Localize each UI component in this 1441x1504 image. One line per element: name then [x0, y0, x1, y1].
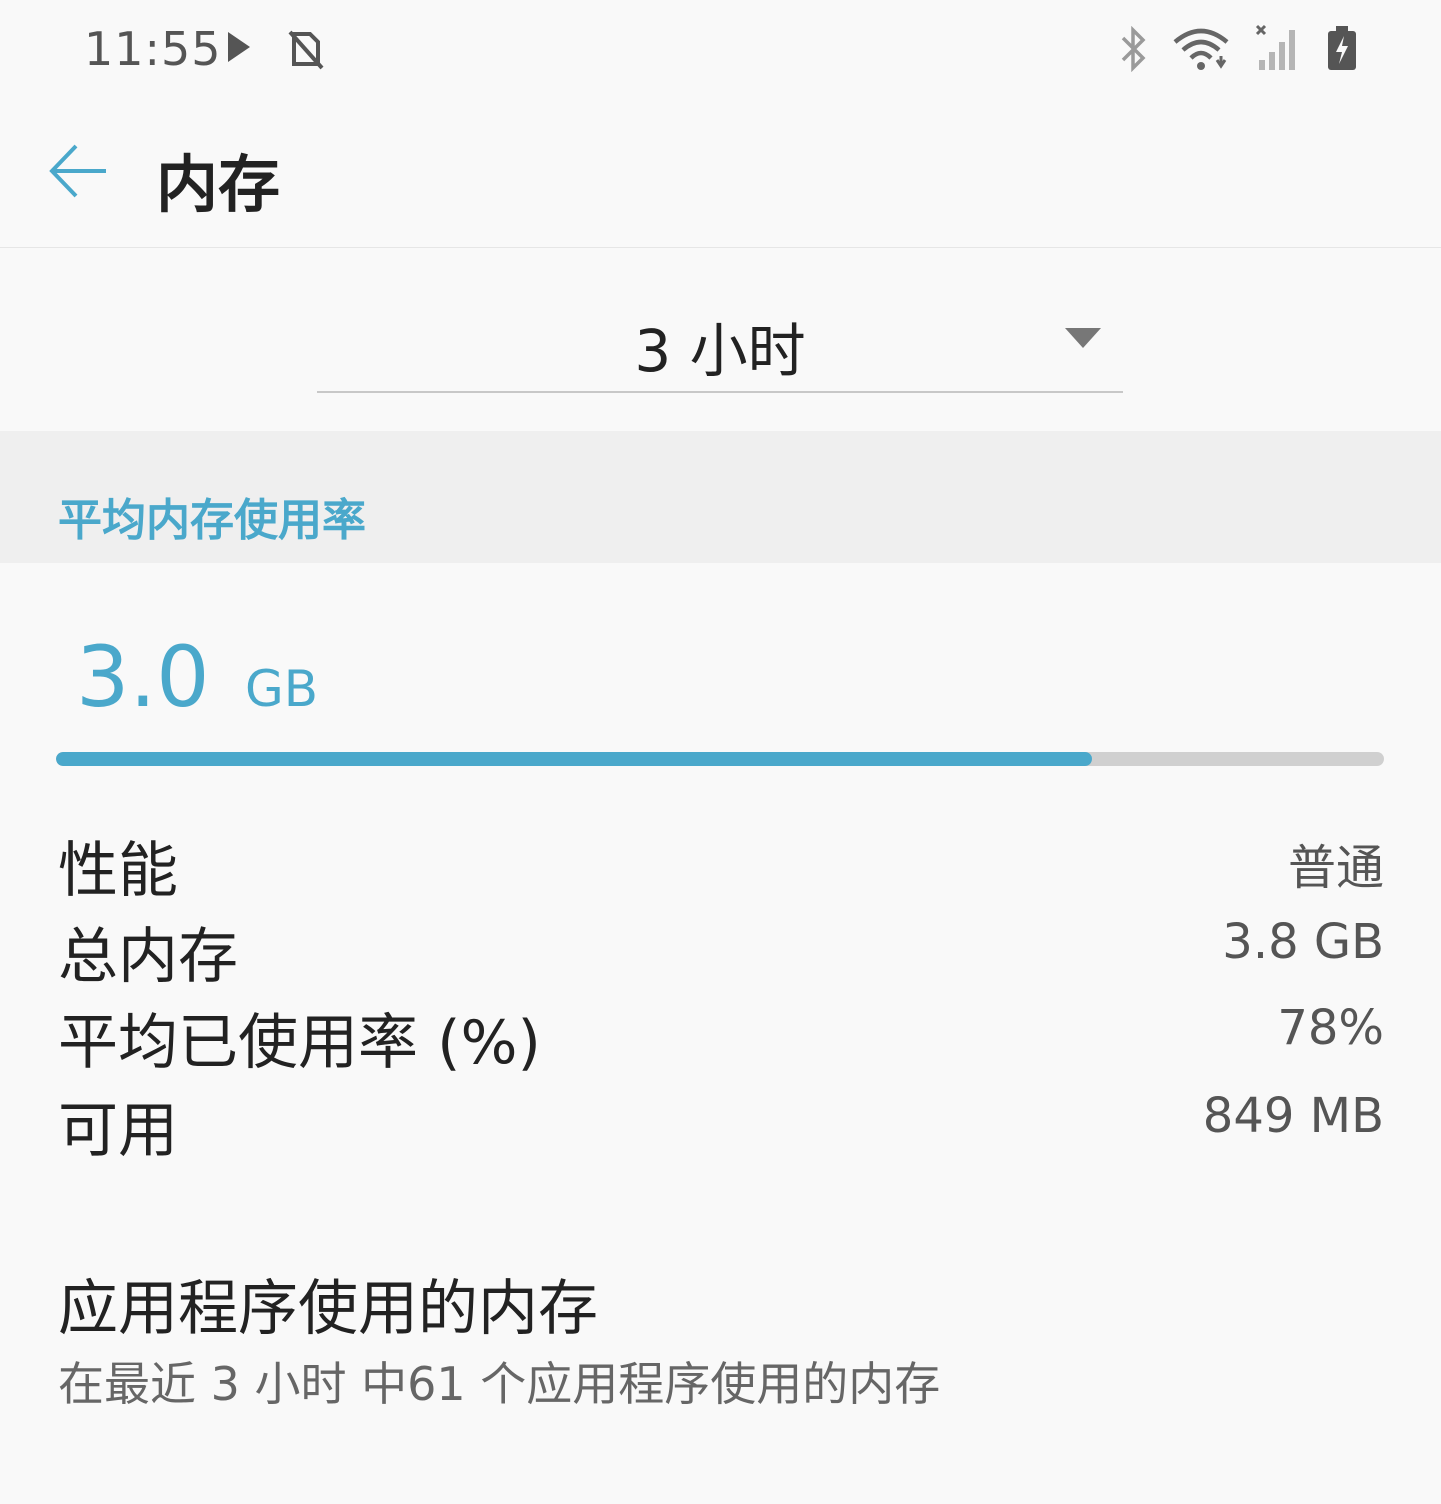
stat-label: 平均已使用率 (%): [58, 1008, 541, 1078]
bluetooth-icon: [1119, 25, 1149, 76]
apps-memory-title[interactable]: 应用程序使用的内存: [58, 1260, 598, 1347]
apps-memory-subtitle: 在最近 3 小时 中61 个应用程序使用的内存: [58, 1357, 941, 1411]
battery-charging-icon: [1325, 24, 1359, 76]
memory-usage-progress-bar: [56, 752, 1384, 766]
status-time: 11:55: [84, 22, 222, 76]
stat-value: 78%: [1277, 1000, 1384, 1056]
status-bar: 11:55: [0, 0, 1441, 100]
stat-value: 3.8 GB: [1222, 914, 1384, 970]
stat-label: 性能: [58, 836, 178, 906]
back-arrow-icon: [49, 144, 106, 198]
status-right-icons: [1119, 24, 1359, 76]
wifi-icon: [1171, 26, 1231, 76]
status-left-icons: [224, 28, 326, 74]
page-title: 内存: [156, 148, 281, 221]
memory-usage-progress-fill: [56, 752, 1092, 766]
no-sim-icon: [284, 28, 326, 74]
period-dropdown[interactable]: 3 小时: [317, 290, 1123, 393]
stat-label: 可用: [58, 1096, 178, 1166]
average-usage-unit: GB: [245, 660, 319, 718]
average-usage-value: 3.0: [76, 628, 210, 726]
chevron-down-icon: [1065, 328, 1101, 352]
stat-value: 普通: [1287, 840, 1384, 896]
back-button[interactable]: [44, 136, 114, 206]
cell-signal-icon: [1253, 24, 1303, 76]
stat-row-available: 可用 849 MB: [58, 1082, 1384, 1166]
period-selected-value: 3 小时: [634, 317, 806, 385]
play-icon: [224, 28, 254, 74]
stat-label: 总内存: [58, 922, 238, 992]
stat-row-total-memory: 总内存 3.8 GB: [58, 908, 1384, 992]
app-bar: 内存: [0, 100, 1441, 248]
section-header-label: 平均内存使用率: [58, 495, 366, 546]
stat-row-average-used-rate: 平均已使用率 (%) 78%: [58, 994, 1384, 1078]
stat-row-performance: 性能 普通: [58, 822, 1384, 906]
stat-value: 849 MB: [1202, 1088, 1384, 1144]
